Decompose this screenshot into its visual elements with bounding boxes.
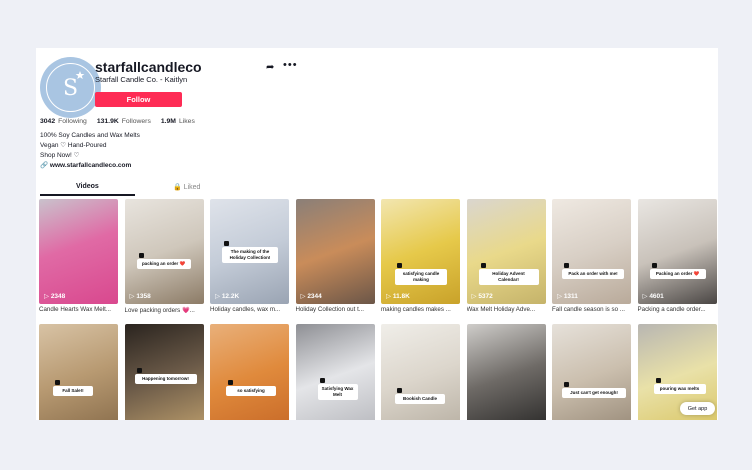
video-item[interactable]: Pack an order with me! ▷ 1311 Fall candle …: [552, 199, 631, 324]
lock-icon: 🔒: [173, 184, 182, 191]
video-thumbnail[interactable]: satisfying candle making ▷ 11.8K: [381, 199, 460, 304]
following-count[interactable]: 3042 Following: [40, 118, 87, 125]
video-text-sticker: Pack an order with me!: [562, 269, 624, 279]
video-thumbnail[interactable]: [466, 324, 546, 420]
video-item[interactable]: Fall Sale!!: [39, 324, 118, 420]
video-item[interactable]: [466, 324, 546, 420]
video-thumbnail[interactable]: Packing an order ❤️ ▷ 4601: [637, 199, 717, 304]
avatar[interactable]: S: [40, 57, 101, 118]
video-thumbnail[interactable]: ▷ 2348: [39, 199, 118, 304]
video-caption[interactable]: Holiday candles, wax m...: [210, 306, 289, 313]
tiktok-icon: [55, 380, 60, 385]
video-text-sticker: Bookish Candle: [395, 394, 445, 404]
video-thumbnail[interactable]: Bookish Candle: [381, 324, 460, 420]
video-text-sticker: so satisfying: [226, 386, 276, 396]
active-tab-indicator: [40, 194, 135, 196]
video-thumbnail[interactable]: packing an order ❤️ ▷ 1358: [124, 199, 204, 304]
video-item[interactable]: satisfying candle making ▷ 11.8K making ca…: [381, 199, 460, 324]
video-item[interactable]: ▷ 2344 Holiday Collection out t...: [295, 199, 375, 324]
play-count: ▷ 12.2K: [215, 293, 240, 300]
video-item[interactable]: so satisfying: [210, 324, 289, 420]
video-caption[interactable]: making candles makes ...: [381, 306, 460, 313]
video-item[interactable]: Just can't get enough!: [552, 324, 631, 420]
video-caption[interactable]: Holiday Collection out t...: [296, 306, 375, 313]
video-grid: ▷ 2348 Candle Hearts Wax Melt... packing a…: [39, 199, 717, 420]
play-count: ▷ 2348: [44, 293, 66, 300]
video-text-sticker: satisfying candle making: [395, 269, 447, 285]
followers-count[interactable]: 131.9K Followers: [97, 118, 151, 125]
tiktok-icon: [228, 380, 233, 385]
bio: 100% Soy Candles and Wax Melts Vegan ♡ H…: [40, 132, 140, 159]
play-count: ▷ 11.8K: [386, 293, 410, 300]
tiktok-icon: [651, 263, 657, 268]
video-item[interactable]: Packing an order ❤️ ▷ 4601 Packing a candl…: [637, 199, 717, 324]
tiktok-icon: [138, 253, 144, 258]
website-link[interactable]: 🔗 www.starfallcandleco.com: [40, 161, 131, 169]
tiktok-icon: [224, 241, 229, 246]
video-caption[interactable]: Wax Melt Holiday Adve...: [467, 306, 546, 313]
tiktok-icon: [480, 263, 486, 268]
video-text-sticker: Satisfying Wax Melt: [317, 384, 358, 400]
play-count: ▷ 1358: [129, 293, 151, 300]
link-icon: 🔗: [40, 162, 49, 169]
video-thumbnail[interactable]: ▷ 2344: [295, 199, 375, 304]
tab-videos[interactable]: Videos: [76, 183, 99, 190]
play-icon: ▷: [386, 293, 393, 300]
play-count: ▷ 1311: [557, 293, 578, 300]
video-thumbnail[interactable]: The making of the Holiday Collection! ▷ 1…: [210, 199, 289, 304]
video-text-sticker: Happening tomorrow!: [134, 374, 197, 384]
tiktok-icon: [564, 263, 569, 268]
video-text-sticker: Packing an order ❤️: [649, 269, 706, 279]
video-item[interactable]: packing an order ❤️ ▷ 1358 Love packing or…: [124, 199, 204, 324]
get-app-button[interactable]: Get app: [680, 402, 715, 415]
profile-tabs: Videos 🔒 Liked: [40, 179, 314, 196]
video-thumbnail[interactable]: Fall Sale!!: [39, 324, 118, 420]
video-item[interactable]: Happening tomorrow!: [124, 324, 204, 420]
tab-liked[interactable]: 🔒 Liked: [173, 183, 200, 191]
play-count: ▷ 5372: [471, 293, 493, 300]
share-icon[interactable]: ➦: [266, 62, 274, 73]
tiktok-icon: [136, 368, 142, 373]
tiktok-icon: [564, 382, 569, 387]
video-thumbnail[interactable]: Holiday Advent Calendar! ▷ 5372: [466, 199, 546, 304]
video-caption[interactable]: Fall candle season is so ...: [552, 306, 631, 313]
video-caption[interactable]: Packing a candle order...: [638, 306, 717, 313]
video-text-sticker: Fall Sale!!: [53, 386, 93, 396]
tiktok-icon: [655, 378, 661, 383]
display-name: Starfall Candle Co. - Kaitlyn: [95, 75, 188, 84]
video-text-sticker: packing an order ❤️: [136, 259, 191, 269]
tiktok-icon: [397, 263, 402, 268]
video-item[interactable]: ▷ 2348 Candle Hearts Wax Melt...: [39, 199, 118, 324]
more-options-icon[interactable]: •••: [283, 59, 298, 71]
play-icon: ▷: [44, 293, 51, 300]
video-thumbnail[interactable]: so satisfying: [210, 324, 289, 420]
video-text-sticker: The making of the Holiday Collection!: [222, 247, 278, 263]
svg-text:S: S: [63, 76, 78, 101]
video-text-sticker: Holiday Advent Calendar!: [478, 269, 539, 285]
video-thumbnail[interactable]: Pack an order with me! ▷ 1311: [552, 199, 631, 304]
tiktok-icon: [397, 388, 402, 393]
video-item[interactable]: Holiday Advent Calendar! ▷ 5372 Wax Melt H…: [466, 199, 546, 324]
video-text-sticker: pouring wax melts: [653, 384, 706, 394]
play-icon: ▷: [557, 293, 564, 300]
video-thumbnail[interactable]: Happening tomorrow!: [124, 324, 204, 420]
tiktok-icon: [319, 378, 325, 383]
play-count: ▷ 4601: [642, 293, 664, 300]
video-caption[interactable]: Love packing orders 💗...: [125, 306, 204, 314]
profile-stats: 3042 Following 131.9K Followers 1.9M Likes: [40, 118, 195, 125]
play-count: ▷ 2344: [300, 293, 322, 300]
likes-count: 1.9M Likes: [160, 118, 195, 125]
video-item[interactable]: Satisfying Wax Melt: [295, 324, 375, 420]
video-item[interactable]: The making of the Holiday Collection! ▷ 1…: [210, 199, 289, 324]
video-item[interactable]: Bookish Candle: [381, 324, 460, 420]
video-caption[interactable]: Candle Hearts Wax Melt...: [39, 306, 118, 313]
username: starfallcandleco: [95, 59, 202, 75]
logo-icon: S: [46, 63, 95, 112]
video-thumbnail[interactable]: Satisfying Wax Melt: [295, 324, 375, 420]
play-icon: ▷: [215, 293, 222, 300]
video-thumbnail[interactable]: Just can't get enough!: [552, 324, 631, 420]
follow-button[interactable]: Follow: [95, 92, 182, 107]
video-text-sticker: Just can't get enough!: [562, 388, 626, 398]
profile-card: S starfallcandleco Starfall Candle Co. -…: [36, 48, 718, 420]
